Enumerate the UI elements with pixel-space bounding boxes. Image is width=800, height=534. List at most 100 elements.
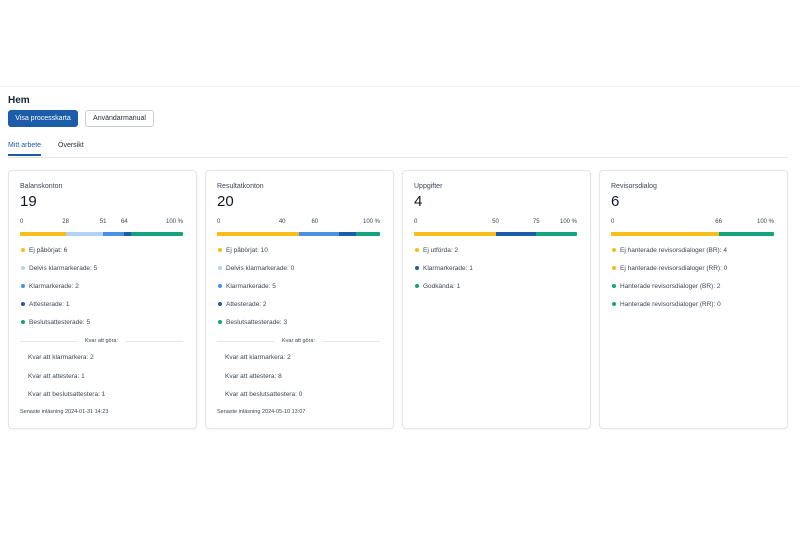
legend-item: Hanterade revisorsdialoger (BR): 2 [611, 282, 781, 300]
legend-label: Klarmarkerade: 2 [29, 283, 79, 290]
page-title: Hem [8, 95, 30, 106]
progress-segment [339, 232, 356, 236]
progress-segment [414, 232, 496, 236]
legend: Ej utförda: 2 Klarmarkerade: 1 Godkända:… [414, 246, 584, 300]
card-auditor-dialog[interactable]: Revisorsdialog 6 0 66 100 % Ej hanterade… [599, 170, 788, 429]
tick-label: 40 [278, 219, 286, 225]
legend-label: Ej påbörjat: 6 [29, 247, 68, 254]
tick-label: 64 [120, 219, 128, 225]
legend-label: Delvis klarmarkerade: 0 [226, 265, 295, 272]
status-dot-icon [218, 320, 222, 324]
tick-label: 0 [20, 219, 24, 225]
todo-divider: Kvar att göra: [20, 337, 183, 345]
status-dot-icon [612, 266, 616, 270]
legend-label: Ej påbörjat: 10 [226, 247, 268, 254]
tick-label: 0 [217, 219, 221, 225]
card-title: Uppgifter [414, 183, 443, 190]
tick-label: 50 [492, 219, 499, 225]
legend-item: Beslutsattesterade: 3 [217, 318, 387, 336]
legend: Ej påbörjat: 10 Delvis klarmarkerade: 0 … [217, 246, 387, 336]
todo-item: Kvar att beslutsattestera: 0 [225, 391, 303, 398]
tick-label: 28 [62, 219, 69, 225]
legend-item: Klarmarkerade: 2 [20, 282, 190, 300]
progress-segment [355, 232, 380, 236]
card-count: 19 [20, 193, 37, 210]
progress-ticks: 0 28 51 64 100 % [20, 219, 183, 227]
todo-item: Kvar att attestera: 8 [225, 373, 282, 380]
tick-label: 0 [414, 219, 418, 225]
status-dot-icon [21, 320, 25, 324]
legend-label: Attesterade: 2 [226, 301, 267, 308]
legend-item: Ej utförda: 2 [414, 246, 584, 264]
legend-label: Klarmarkerade: 1 [423, 265, 473, 272]
tick-label: 51 [99, 219, 107, 225]
card-result-accounts[interactable]: Resultatkonton 20 0 40 60 100 % Ej påbör… [205, 170, 394, 429]
progress-segment [103, 232, 125, 236]
legend-item: Ej påbörjat: 10 [217, 246, 387, 264]
user-manual-button[interactable]: Användarmanual [85, 110, 154, 127]
legend-item: Klarmarkerade: 5 [217, 282, 387, 300]
legend-label: Klarmarkerade: 5 [226, 283, 276, 290]
tick-label: 100 % [559, 219, 577, 225]
legend-item: Godkända: 1 [414, 282, 584, 300]
tab-bar: Mitt arbete Översikt [8, 140, 788, 158]
show-process-map-button[interactable]: Visa processkarta [8, 110, 78, 127]
status-dot-icon [612, 248, 616, 252]
progress-segment [495, 232, 537, 236]
legend-label: Hanterade revisorsdialoger (BR): 2 [620, 283, 721, 290]
progress-bar [414, 232, 577, 236]
status-dot-icon [21, 284, 25, 288]
last-import-timestamp: Senaste inläsning 2024-05-10 13:07 [217, 409, 306, 415]
legend-item: Attesterade: 2 [217, 300, 387, 318]
status-dot-icon [415, 266, 419, 270]
status-dot-icon [218, 302, 222, 306]
legend-label: Godkända: 1 [423, 283, 461, 290]
legend-item: Ej hanterade revisorsdialoger (BR): 4 [611, 246, 781, 264]
legend-label: Ej hanterade revisorsdialoger (RR): 0 [620, 265, 728, 272]
status-dot-icon [218, 284, 222, 288]
progress-segment [536, 232, 577, 236]
tick-label: 66 [715, 219, 722, 225]
status-dot-icon [21, 302, 25, 306]
card-count: 20 [217, 193, 234, 210]
legend-item: Klarmarkerade: 1 [414, 264, 584, 282]
progress-segment [65, 232, 104, 236]
card-title: Balanskonton [20, 183, 63, 190]
status-dot-icon [218, 248, 222, 252]
progress-segment [130, 232, 183, 236]
tab-overview[interactable]: Översikt [58, 142, 84, 154]
status-dot-icon [612, 284, 616, 288]
progress-segment [298, 232, 340, 236]
status-dot-icon [21, 266, 25, 270]
progress-segment [718, 232, 774, 236]
divider-line [125, 341, 183, 342]
tick-label: 100 % [165, 219, 183, 225]
progress-bar [20, 232, 183, 236]
card-tasks[interactable]: Uppgifter 4 0 50 75 100 % Ej utförda: 2 … [402, 170, 591, 429]
todo-divider: Kvar att göra: [217, 337, 380, 345]
tick-label: 100 % [756, 219, 774, 225]
tick-label: 100 % [362, 219, 380, 225]
legend-label: Hanterade revisorsdialoger (RR): 0 [620, 301, 721, 308]
progress-segment [20, 232, 66, 236]
legend: Ej påbörjat: 6 Delvis klarmarkerade: 5 K… [20, 246, 190, 336]
todo-item: Kvar att attestera: 1 [28, 373, 85, 380]
progress-bar [217, 232, 380, 236]
card-count: 4 [414, 193, 423, 210]
tab-my-work[interactable]: Mitt arbete [8, 142, 42, 156]
todo-item: Kvar att klarmarkera: 2 [28, 354, 94, 361]
status-dot-icon [415, 284, 419, 288]
progress-ticks: 0 40 60 100 % [217, 219, 380, 227]
legend: Ej hanterade revisorsdialoger (BR): 4 Ej… [611, 246, 781, 318]
status-dot-icon [415, 248, 419, 252]
legend-item: Beslutsattesterade: 5 [20, 318, 190, 336]
legend-item: Delvis klarmarkerade: 5 [20, 264, 190, 282]
todo-item: Kvar att klarmarkera: 2 [225, 354, 291, 361]
legend-item: Ej påbörjat: 6 [20, 246, 190, 264]
legend-label: Ej utförda: 2 [423, 247, 459, 254]
card-balance-accounts[interactable]: Balanskonton 19 0 28 51 64 100 % Ej påbö… [8, 170, 197, 429]
card-title: Resultatkonton [217, 183, 264, 190]
card-title: Revisorsdialog [611, 183, 657, 190]
tick-label: 60 [311, 219, 319, 225]
legend-label: Delvis klarmarkerade: 5 [29, 265, 98, 272]
